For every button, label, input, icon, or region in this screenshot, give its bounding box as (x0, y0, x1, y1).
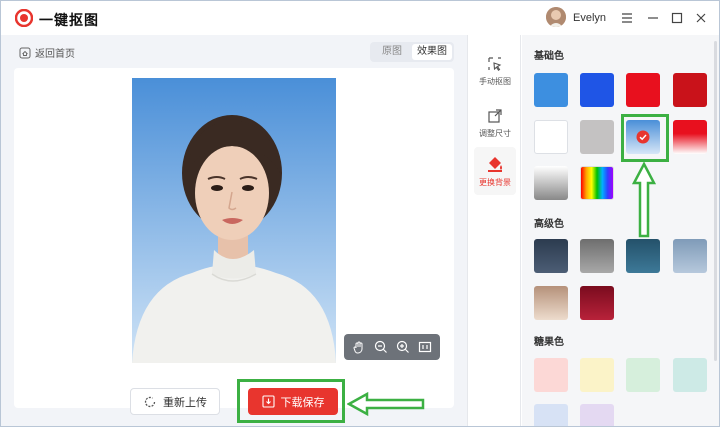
cursor-select-icon (488, 56, 502, 71)
reupload-button[interactable]: 重新上传 (130, 388, 220, 415)
color-panel: 基础色 高级色 糖果色 (522, 35, 719, 426)
refresh-icon (144, 396, 156, 407)
menu-button[interactable] (619, 10, 635, 26)
swatch-gray-dark-gradient[interactable] (580, 239, 614, 273)
swatch-tan-gradient[interactable] (534, 286, 568, 320)
fit-screen-icon[interactable] (418, 340, 432, 354)
menu-icon (622, 13, 632, 23)
swatch-candy-mint[interactable] (673, 358, 707, 392)
swatch-blue[interactable] (580, 73, 614, 107)
swatch-dark-red[interactable] (673, 73, 707, 107)
app-title: 一键抠图 (39, 12, 99, 28)
hand-pan-icon[interactable] (352, 340, 366, 354)
tool-resize[interactable]: 调整尺寸 (474, 99, 516, 147)
arrow-up-annotation-icon (631, 161, 657, 238)
close-icon (696, 13, 706, 23)
swatch-candy-blue[interactable] (534, 404, 568, 426)
basic-colors-title: 基础色 (534, 51, 564, 62)
panel-scrollbar[interactable] (714, 41, 717, 361)
swatch-steel-blue-gradient[interactable] (673, 239, 707, 273)
tool-manual-cutout-label: 手动抠图 (479, 76, 511, 86)
avatar[interactable] (546, 7, 566, 27)
resize-icon (488, 108, 502, 123)
swatch-gray-gradient[interactable] (534, 166, 568, 200)
tool-change-background-label: 更换背景 (479, 177, 511, 187)
swatch-burgundy-gradient[interactable] (580, 286, 614, 320)
minimize-button[interactable] (645, 10, 661, 26)
maximize-icon (671, 12, 683, 24)
minimize-icon (648, 17, 658, 19)
username: Evelyn (573, 12, 607, 24)
close-button[interactable] (693, 10, 709, 26)
maximize-button[interactable] (669, 10, 685, 26)
tool-resize-label: 调整尺寸 (479, 128, 511, 138)
swatch-gray[interactable] (580, 120, 614, 154)
zoom-out-icon[interactable] (374, 340, 388, 354)
swatch-candy-lavender[interactable] (580, 404, 614, 426)
swatch-red[interactable] (626, 73, 660, 107)
swatch-teal-gradient[interactable] (626, 239, 660, 273)
swatch-highlight-box (621, 114, 669, 162)
app-logo-icon (15, 9, 33, 27)
swatch-navy-gradient[interactable] (534, 239, 568, 273)
swatch-sky-blue[interactable] (534, 73, 568, 107)
preview-canvas (14, 68, 454, 408)
swatch-candy-yellow[interactable] (580, 358, 614, 392)
swatch-red-gradient[interactable] (673, 120, 707, 154)
back-home-link[interactable]: 返回首页 (19, 45, 75, 60)
zoom-toolbar (344, 334, 440, 360)
back-home-label: 返回首页 (35, 49, 75, 60)
title-bar: 一键抠图 Evelyn (1, 1, 719, 35)
swatch-candy-pink[interactable] (534, 358, 568, 392)
app-window: 一键抠图 Evelyn 返回首页 原图 效果图 重新上传 下载保存 手动抠图 调… (0, 0, 720, 427)
download-highlight-box (237, 379, 345, 423)
candy-colors-title: 糖果色 (534, 337, 564, 348)
swatch-candy-green[interactable] (626, 358, 660, 392)
tool-change-background[interactable]: 更换背景 (474, 147, 516, 195)
tab-original[interactable]: 原图 (372, 44, 412, 60)
portrait-photo (132, 78, 336, 363)
paint-bucket-icon (488, 156, 502, 172)
advanced-colors-title: 高级色 (534, 219, 564, 230)
main-area: 返回首页 原图 效果图 重新上传 下载保存 (1, 35, 467, 426)
tab-result[interactable]: 效果图 (412, 44, 452, 60)
home-icon (19, 47, 31, 58)
tool-sidebar: 手动抠图 调整尺寸 更换背景 (467, 35, 521, 426)
view-toggle: 原图 效果图 (370, 42, 454, 62)
swatch-white[interactable] (534, 120, 568, 154)
reupload-label: 重新上传 (163, 396, 207, 409)
swatch-rainbow[interactable] (580, 166, 614, 200)
arrow-left-annotation-icon (347, 391, 425, 417)
zoom-in-icon[interactable] (396, 340, 410, 354)
tool-manual-cutout[interactable]: 手动抠图 (474, 47, 516, 95)
